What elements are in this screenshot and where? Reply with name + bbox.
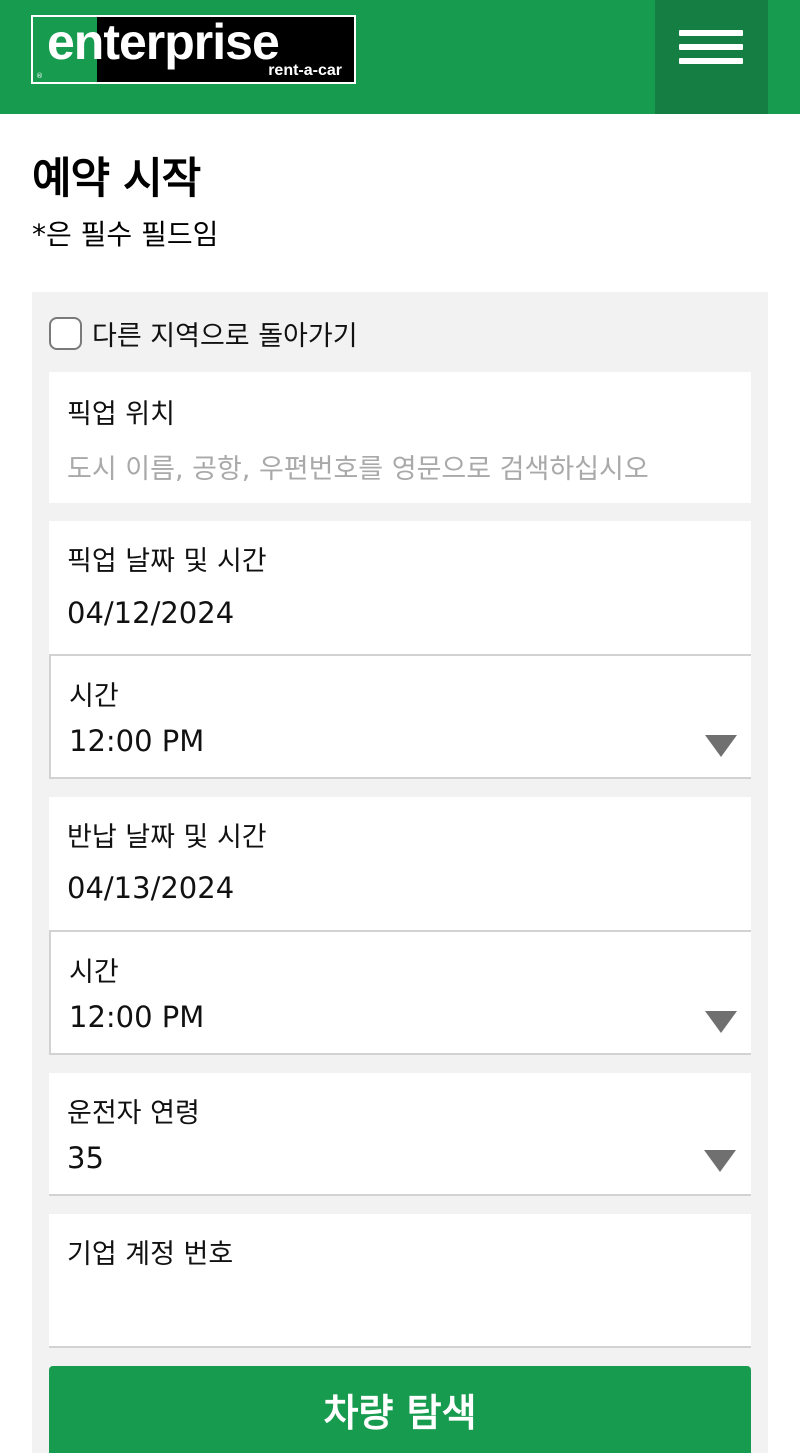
return-time-select[interactable]: 시간 12:00 PM <box>49 930 751 1055</box>
menu-button[interactable] <box>655 0 768 114</box>
hamburger-menu-icon <box>679 30 743 64</box>
logo-registered-mark: ® <box>36 72 43 80</box>
required-fields-note: *은 필수 필드임 <box>32 218 219 251</box>
pickup-location-label: 픽업 위치 <box>67 399 175 430</box>
pickup-time-value: 12:00 PM <box>69 724 205 758</box>
pickup-location-field[interactable]: 픽업 위치 도시 이름, 공항, 우편번호를 영문으로 검색하십시오 <box>49 372 751 503</box>
return-date-value[interactable]: 04/13/2024 <box>67 871 234 905</box>
logo-tagline: rent-a-car <box>268 62 342 79</box>
search-vehicles-button[interactable]: 차량 탐색 <box>49 1366 751 1453</box>
chevron-down-icon <box>705 735 737 757</box>
driver-age-value: 35 <box>67 1141 104 1175</box>
pickup-date-value[interactable]: 04/12/2024 <box>67 596 234 630</box>
corporate-account-field[interactable]: 기업 계정 번호 <box>49 1214 751 1348</box>
driver-age-select[interactable]: 운전자 연령 35 <box>49 1073 751 1196</box>
chevron-down-icon <box>705 1011 737 1033</box>
return-time-label: 시간 <box>69 957 119 988</box>
driver-age-label: 운전자 연령 <box>67 1098 200 1129</box>
pickup-location-input[interactable]: 도시 이름, 공항, 우편번호를 영문으로 검색하십시오 <box>67 447 735 486</box>
pickup-date-label: 픽업 날짜 및 시간 <box>67 546 267 577</box>
return-different-location-checkbox[interactable] <box>49 316 82 350</box>
return-time-value: 12:00 PM <box>69 1000 205 1034</box>
return-different-location-checkbox-row[interactable]: 다른 지역으로 돌아가기 <box>49 313 358 353</box>
pickup-time-label: 시간 <box>69 681 119 712</box>
return-date-label: 반납 날짜 및 시간 <box>67 822 267 853</box>
pickup-time-select[interactable]: 시간 12:00 PM <box>49 654 751 779</box>
return-date-field[interactable]: 반납 날짜 및 시간 04/13/2024 <box>49 797 751 930</box>
chevron-down-icon <box>704 1150 736 1172</box>
site-header: enterprise rent-a-car ® <box>0 0 800 114</box>
logo-wordmark: enterprise <box>47 17 280 70</box>
enterprise-logo[interactable]: enterprise rent-a-car ® <box>31 15 356 84</box>
corporate-account-label: 기업 계정 번호 <box>67 1239 234 1270</box>
pickup-date-field[interactable]: 픽업 날짜 및 시간 04/12/2024 <box>49 521 751 654</box>
page-title: 예약 시작 <box>32 154 201 204</box>
return-different-location-label: 다른 지역으로 돌아가기 <box>92 320 358 352</box>
